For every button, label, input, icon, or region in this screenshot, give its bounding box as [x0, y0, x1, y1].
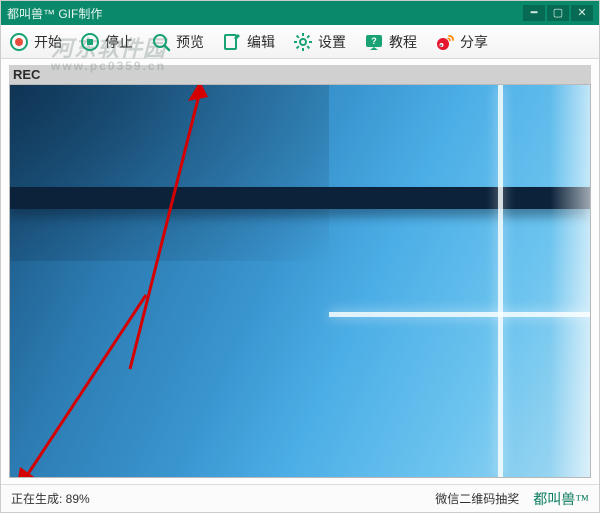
maximize-icon: ▢ — [553, 8, 563, 19]
bg-dark-corner — [10, 85, 329, 261]
toolbar-label: 分享 — [460, 32, 488, 52]
toolbar-label: 开始 — [34, 32, 62, 52]
annotation-arrow-down — [9, 285, 166, 478]
toolbar-label: 设置 — [318, 32, 346, 52]
toolbar-label: 预览 — [176, 32, 204, 52]
brand-label: 都叫兽™ — [533, 489, 589, 509]
window-title-wrap: 都叫兽™ GIF制作 — [7, 5, 102, 22]
wechat-qr-link[interactable]: 微信二维码抽奖 — [435, 490, 519, 507]
statusbar: 正在生成: 89% 微信二维码抽奖 都叫兽™ — [1, 484, 599, 512]
maximize-button[interactable]: ▢ — [547, 5, 569, 21]
toolbar-tutorial[interactable]: ? 教程 — [364, 32, 417, 52]
close-icon: ✕ — [577, 8, 586, 19]
stop-icon — [80, 32, 100, 52]
toolbar-label: 教程 — [389, 32, 417, 52]
close-button[interactable]: ✕ — [571, 5, 593, 21]
rec-indicator: REC — [9, 65, 591, 84]
bg-lightcross-v — [498, 85, 503, 477]
toolbar-preview[interactable]: 预览 — [151, 32, 204, 52]
canvas-area: REC — [1, 59, 599, 484]
record-icon — [9, 32, 29, 52]
svg-text:?: ? — [371, 36, 377, 46]
toolbar-share[interactable]: 分享 — [435, 32, 488, 52]
toolbar-stop[interactable]: 停止 — [80, 32, 133, 52]
window-controls: ━ ▢ ✕ — [523, 5, 593, 21]
gear-icon — [293, 32, 313, 52]
tutorial-icon: ? — [364, 32, 384, 52]
toolbar-label: 停止 — [105, 32, 133, 52]
minimize-button[interactable]: ━ — [523, 5, 545, 21]
toolbar: 河东软件园 www.pc0359.cn 开始 停止 预览 编辑 — [1, 25, 599, 59]
preview-canvas — [9, 84, 591, 478]
toolbar-edit[interactable]: 编辑 — [222, 32, 275, 52]
minimize-icon: ━ — [531, 8, 538, 19]
weibo-icon — [435, 32, 455, 52]
window-title: 都叫兽™ GIF制作 — [7, 5, 102, 22]
status-right: 微信二维码抽奖 都叫兽™ — [435, 489, 589, 509]
status-progress-text: 正在生成: 89% — [11, 490, 90, 507]
bg-dark-band — [10, 187, 590, 209]
titlebar: 都叫兽™ GIF制作 ━ ▢ ✕ — [1, 1, 599, 25]
toolbar-settings[interactable]: 设置 — [293, 32, 346, 52]
app-window: 都叫兽™ GIF制作 ━ ▢ ✕ 河东软件园 www.pc0359.cn 开始 — [0, 0, 600, 513]
toolbar-label: 编辑 — [247, 32, 275, 52]
toolbar-start[interactable]: 开始 — [9, 32, 62, 52]
bg-bright-edge — [550, 85, 590, 477]
edit-icon — [222, 32, 242, 52]
preview-icon — [151, 32, 171, 52]
